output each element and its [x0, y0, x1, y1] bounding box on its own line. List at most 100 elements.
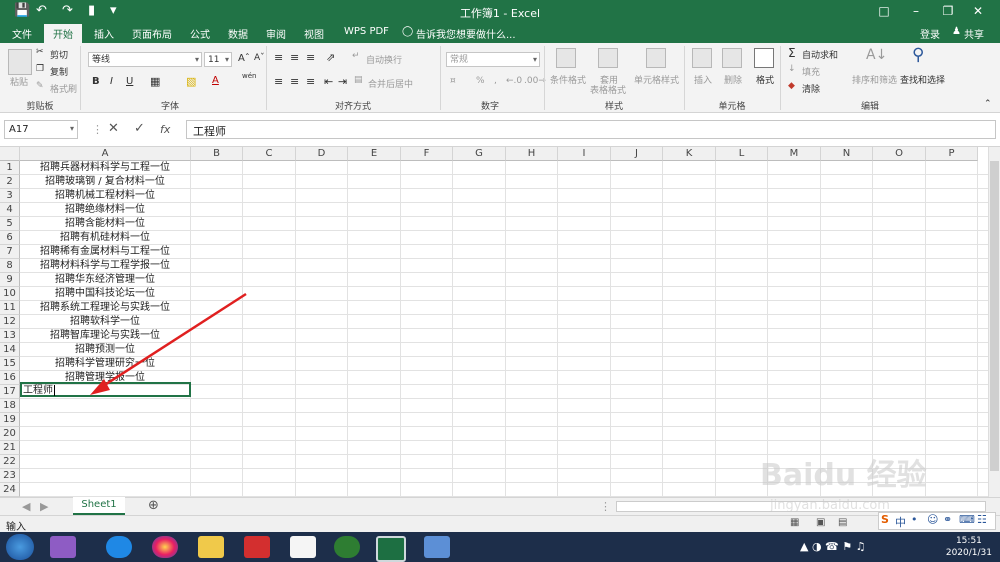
start-button-icon[interactable] [6, 534, 34, 560]
align-right-icon[interactable]: ≡ [306, 75, 315, 88]
underline-button[interactable]: U [126, 76, 133, 87]
currency-icon[interactable]: ¤ [450, 76, 456, 86]
align-bottom-icon[interactable]: ≡ [306, 51, 315, 64]
autosum-button[interactable]: 自动求和 [802, 48, 838, 61]
font-name-combo[interactable]: 等线 ▾ [88, 52, 202, 67]
find-select-button[interactable]: 查找和选择 [900, 73, 945, 86]
tab-wps-pdf[interactable]: WPS PDF [344, 26, 389, 37]
clear-button[interactable]: 清除 [802, 82, 820, 95]
format-cells-icon[interactable] [754, 48, 774, 68]
conditional-format-icon[interactable] [556, 48, 576, 68]
youdao-icon[interactable] [244, 536, 270, 558]
magnifier-icon[interactable]: ⚲ [912, 45, 924, 65]
tab-review[interactable]: 审阅 [266, 26, 286, 41]
paste-button[interactable]: 粘贴 [10, 75, 28, 88]
format-cells-button[interactable]: 格式 [756, 73, 774, 86]
number-format-combo[interactable]: 常规 ▾ [446, 52, 540, 67]
wrap-text-button[interactable]: 自动换行 [366, 53, 402, 66]
align-left-icon[interactable]: ≡ [274, 75, 283, 88]
emoji-icon[interactable]: ☺ [927, 513, 938, 526]
delete-cells-button[interactable]: 删除 [724, 73, 742, 86]
signin-link[interactable]: 登录 [920, 26, 940, 41]
align-center-icon[interactable]: ≡ [290, 75, 299, 88]
cancel-entry-icon[interactable]: ✕ [108, 121, 119, 136]
bold-button[interactable]: B [92, 76, 100, 87]
confirm-entry-icon[interactable]: ✓ [134, 121, 145, 136]
tab-formulas[interactable]: 公式 [190, 26, 210, 41]
tab-view[interactable]: 视图 [304, 26, 324, 41]
tray-icons[interactable]: ▲ ◑ ☎ ⚑ ♫ [800, 540, 865, 553]
insert-function-button[interactable]: fx [160, 123, 170, 136]
tab-data[interactable]: 数据 [228, 26, 248, 41]
font-size-combo[interactable]: 11 ▾ [204, 52, 232, 67]
next-sheet-icon[interactable]: ▶ [40, 500, 48, 513]
comma-button[interactable]: , [494, 76, 497, 86]
font-color-button[interactable]: A [212, 75, 219, 86]
add-sheet-icon[interactable]: ⊕ [148, 498, 159, 513]
conditional-format-button[interactable]: 条件格式 [550, 73, 586, 86]
insert-cells-icon[interactable] [692, 48, 712, 68]
wechat-icon[interactable] [334, 536, 360, 558]
color-app-icon[interactable] [152, 536, 178, 558]
shrink-font-icon[interactable]: Aˇ [254, 53, 265, 63]
fill-button[interactable]: 填充 [802, 65, 820, 78]
decrease-decimal-icon[interactable]: .00→ [524, 76, 546, 86]
close-icon[interactable]: ✕ [968, 2, 988, 20]
file-explorer-icon[interactable] [198, 536, 224, 558]
ime-toolbar[interactable]: S 中 • ☺ ⚭ ⌨ ☷ [878, 512, 996, 530]
punctuation-icon[interactable]: • [911, 513, 918, 526]
tab-insert[interactable]: 插入 [94, 26, 114, 41]
tab-page-layout[interactable]: 页面布局 [132, 26, 172, 41]
clock[interactable]: 15:51 2020/1/31 [946, 535, 992, 559]
sogou-browser-icon[interactable] [106, 536, 132, 558]
formula-input[interactable]: 工程师 [186, 120, 996, 139]
insert-cells-button[interactable]: 插入 [694, 73, 712, 86]
minimize-icon[interactable]: – [906, 2, 926, 20]
mic-icon[interactable]: ⚭ [943, 513, 952, 526]
keyboard-icon[interactable]: ⌨ [959, 513, 975, 526]
align-middle-icon[interactable]: ≡ [290, 51, 299, 64]
cut-button[interactable]: 剪切 [50, 48, 68, 61]
tab-home[interactable]: 开始 [44, 24, 82, 43]
cell-styles-icon[interactable] [646, 48, 666, 68]
remote-desktop-icon[interactable] [424, 536, 450, 558]
align-top-icon[interactable]: ≡ [274, 51, 283, 64]
spreadsheet-grid[interactable]: ABCDEFGHIJKLMNOP 1 2 3 4 5 6 7 8 9 10 11 12 13 14 15 16… [0, 147, 988, 497]
vertical-scroll-thumb[interactable] [990, 161, 999, 471]
paste-icon[interactable] [8, 49, 32, 75]
copy-button[interactable]: 复制 [50, 65, 68, 78]
orientation-icon[interactable]: ⇗ [326, 51, 335, 64]
format-painter-button[interactable]: 格式刷 [50, 82, 77, 95]
share-button[interactable]: 共享 [964, 26, 984, 41]
sort-filter-button[interactable]: 排序和筛选 [852, 73, 897, 86]
excel-taskbar-icon[interactable] [376, 536, 406, 562]
phonetic-button[interactable]: wén [242, 72, 256, 80]
fill-color-icon[interactable]: ▧ [186, 75, 196, 88]
increase-decimal-icon[interactable]: ←.0 [506, 76, 522, 86]
italic-button[interactable]: I [110, 76, 113, 87]
increase-indent-icon[interactable]: ⇥ [338, 75, 347, 88]
grow-font-icon[interactable]: Aˆ [238, 53, 250, 64]
prev-sheet-icon[interactable]: ◀ [22, 500, 30, 513]
name-box[interactable]: A17 ▾ [4, 120, 78, 139]
app-launcher-icon[interactable] [50, 536, 76, 558]
vertical-scrollbar[interactable] [988, 147, 1000, 497]
cell-styles-button[interactable]: 单元格样式 [634, 73, 679, 86]
table-format-icon[interactable] [598, 48, 618, 68]
restore-icon[interactable]: ❐ [938, 2, 958, 20]
toolbox-icon[interactable]: ☷ [977, 513, 987, 526]
table-format-line2[interactable]: 表格格式 [590, 83, 626, 96]
percent-button[interactable]: % [476, 76, 485, 86]
border-icon[interactable]: ▦ [150, 75, 160, 88]
merge-center-button[interactable]: 合并后居中 [368, 77, 413, 90]
decrease-indent-icon[interactable]: ⇤ [324, 75, 333, 88]
delete-cells-icon[interactable] [722, 48, 742, 68]
tab-file[interactable]: 文件 [12, 26, 32, 41]
tell-me-box[interactable]: 告诉我您想要做什么... [416, 26, 516, 41]
sheet-tab-sheet1[interactable]: Sheet1 [73, 497, 125, 515]
photo-app-icon[interactable] [290, 536, 316, 558]
ime-lang-label[interactable]: 中 [895, 514, 906, 530]
ribbon-display-icon[interactable]: □ [874, 2, 894, 20]
sort-filter-icon[interactable]: A↓ [866, 47, 887, 63]
collapse-ribbon-icon[interactable]: ⌃ [984, 99, 992, 109]
